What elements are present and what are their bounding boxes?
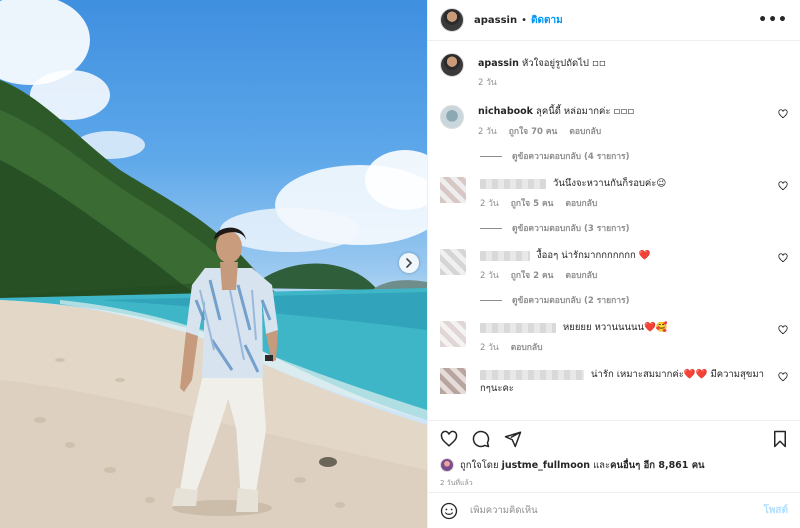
- blurred-username[interactable]: [480, 369, 584, 380]
- post-photo[interactable]: [0, 0, 427, 528]
- comment-likes[interactable]: ถูกใจ 70 คน: [509, 124, 558, 138]
- reply-button[interactable]: ตอบกลับ: [565, 268, 597, 282]
- action-bar: [428, 420, 800, 456]
- avatar[interactable]: [440, 8, 464, 32]
- next-photo-button[interactable]: [399, 253, 419, 273]
- commenter-avatar[interactable]: [440, 105, 464, 129]
- comment-input[interactable]: [470, 505, 764, 516]
- heart-icon[interactable]: [778, 253, 788, 263]
- more-horizontal-icon[interactable]: •••: [758, 12, 788, 28]
- replies-line: [480, 299, 502, 301]
- heart-icon[interactable]: [778, 325, 788, 335]
- post-header: apassin • ติดตาม •••: [428, 0, 800, 41]
- comment-likes[interactable]: ถูกใจ 2 คน: [511, 268, 554, 282]
- caption-text: หัวใจอยู่รูปถัดไป ◽◽: [521, 58, 606, 69]
- chevron-right-icon: [406, 258, 413, 268]
- comment-likes[interactable]: ถูกใจ 5 คน: [511, 196, 554, 210]
- likes-middle: และ: [593, 459, 611, 471]
- heart-icon[interactable]: [778, 372, 788, 382]
- comment-text: งื้ออๆ น่ารักมากกกกกกก ❤️: [537, 250, 651, 261]
- likes-others[interactable]: คนอื่นๆ อีก 8,861 คน: [610, 458, 704, 473]
- view-replies-label: ดูข้อความตอบกลับ (2 รายการ): [512, 296, 630, 306]
- blurred-username[interactable]: [480, 250, 530, 261]
- view-replies-button[interactable]: ดูข้อความตอบกลับ (2 รายการ): [480, 293, 788, 307]
- caption: apassin หัวใจอยู่รูปถัดไป ◽◽ 2 วัน: [440, 53, 788, 89]
- follow-button[interactable]: ติดตาม: [531, 13, 563, 28]
- caption-username[interactable]: apassin: [478, 58, 519, 69]
- comment-item: หยยยย หวานนนนน❤️🥰 2 วัน ตอบกลับ: [440, 321, 788, 354]
- view-replies-button[interactable]: ดูข้อความตอบกลับ (3 รายการ): [480, 221, 788, 235]
- replies-line: [480, 155, 502, 157]
- comment-item: วันนึงจะหวานกันก็รอบค่ะ😉 2 วัน ถูกใจ 5 ค…: [440, 177, 788, 210]
- comments-list[interactable]: apassin หัวใจอยู่รูปถัดไป ◽◽ 2 วัน nicha…: [428, 41, 800, 420]
- instagram-post-modal: apassin • ติดตาม ••• apassin หัวใจอยู่รู…: [0, 0, 800, 528]
- comment-text: วันนึงจะหวานกันก็รอบค่ะ😉: [553, 178, 667, 189]
- view-replies-label: ดูข้อความตอบกลับ (4 รายการ): [512, 152, 630, 162]
- likes-summary[interactable]: ถูกใจโดย justme_fullmoon และ คนอื่นๆ อีก…: [428, 456, 800, 474]
- blurred-username[interactable]: [480, 322, 556, 333]
- separator-dot: •: [521, 14, 528, 26]
- heart-icon[interactable]: [440, 430, 458, 448]
- caption-time[interactable]: 2 วัน: [478, 75, 497, 89]
- comment-time[interactable]: 2 วัน: [480, 340, 499, 354]
- comment-username[interactable]: nichabook: [478, 106, 533, 117]
- add-comment-bar: โพสต์: [428, 492, 800, 528]
- comment-time[interactable]: 2 วัน: [480, 268, 499, 282]
- post-side-panel: apassin • ติดตาม ••• apassin หัวใจอยู่รู…: [427, 0, 800, 528]
- reply-button[interactable]: ตอบกลับ: [569, 124, 601, 138]
- comment-time[interactable]: 2 วัน: [478, 124, 497, 138]
- comment-text: ลุคนี้ดี้ หล่อมากค่ะ ◽◽◽: [536, 106, 635, 117]
- comment-item: nichabook ลุคนี้ดี้ หล่อมากค่ะ ◽◽◽ 2 วัน…: [440, 105, 788, 138]
- liker-avatar[interactable]: [440, 458, 454, 472]
- comment-time[interactable]: 2 วัน: [480, 196, 499, 210]
- post-comment-button[interactable]: โพสต์: [763, 503, 788, 518]
- heart-icon[interactable]: [778, 109, 788, 119]
- posted-time[interactable]: 2 วันที่แล้ว: [428, 474, 800, 492]
- emoji-icon[interactable]: [440, 502, 458, 520]
- blurred-avatar[interactable]: [440, 368, 466, 394]
- heart-icon[interactable]: [778, 181, 788, 191]
- blurred-avatar[interactable]: [440, 177, 466, 203]
- replies-line: [480, 227, 502, 229]
- comment-icon[interactable]: [472, 430, 490, 448]
- liker-username[interactable]: justme_fullmoon: [502, 460, 590, 471]
- reply-button[interactable]: ตอบกลับ: [565, 196, 597, 210]
- comment-item: งื้ออๆ น่ารักมากกกกกกก ❤️ 2 วัน ถูกใจ 2 …: [440, 249, 788, 282]
- share-icon[interactable]: [504, 430, 522, 448]
- view-replies-button[interactable]: ดูข้อความตอบกลับ (4 รายการ): [480, 149, 788, 163]
- header-username[interactable]: apassin: [474, 15, 517, 26]
- avatar[interactable]: [440, 53, 464, 77]
- comment-item: น่ารัก เหมาะสมมากค่ะ❤️❤️ มีความสุขมากๆนะ…: [440, 368, 788, 396]
- blurred-avatar[interactable]: [440, 249, 466, 275]
- comment-text: หยยยย หวานนนนน❤️🥰: [563, 322, 668, 333]
- beach-photo-scene: [0, 0, 427, 528]
- reply-button[interactable]: ตอบกลับ: [511, 340, 543, 354]
- bookmark-icon[interactable]: [772, 430, 788, 448]
- blurred-avatar[interactable]: [440, 321, 466, 347]
- view-replies-label: ดูข้อความตอบกลับ (3 รายการ): [512, 224, 630, 234]
- blurred-username[interactable]: [480, 178, 546, 189]
- likes-prefix: ถูกใจโดย: [460, 459, 499, 471]
